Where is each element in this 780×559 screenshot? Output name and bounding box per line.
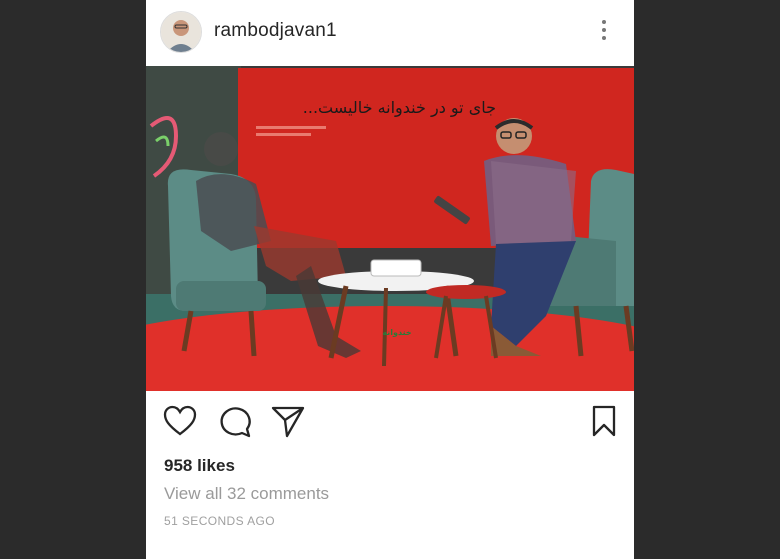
post-timestamp: 51 SECONDS AGO: [164, 514, 275, 528]
likes-count[interactable]: 958 likes: [164, 456, 235, 476]
more-vertical-icon[interactable]: [596, 16, 612, 44]
instagram-post: rambodjavan1 جای تو در خندوانه خالیست...…: [146, 0, 634, 559]
show-logo: خندوانه: [382, 328, 412, 337]
send-icon[interactable]: [270, 403, 306, 439]
view-comments-link[interactable]: View all 32 comments: [164, 484, 329, 504]
avatar-photo: [161, 12, 201, 52]
avatar[interactable]: [160, 11, 202, 53]
username[interactable]: rambodjavan1: [214, 20, 337, 42]
post-header: rambodjavan1: [146, 0, 634, 62]
bookmark-icon[interactable]: [586, 403, 622, 439]
action-bar: [146, 403, 634, 443]
comment-icon[interactable]: [217, 403, 253, 439]
heart-icon[interactable]: [162, 403, 198, 439]
screen-headline: جای تو در خندوانه خالیست...: [302, 98, 496, 117]
post-image[interactable]: جای تو در خندوانه خالیست... خندوانه: [146, 66, 634, 391]
